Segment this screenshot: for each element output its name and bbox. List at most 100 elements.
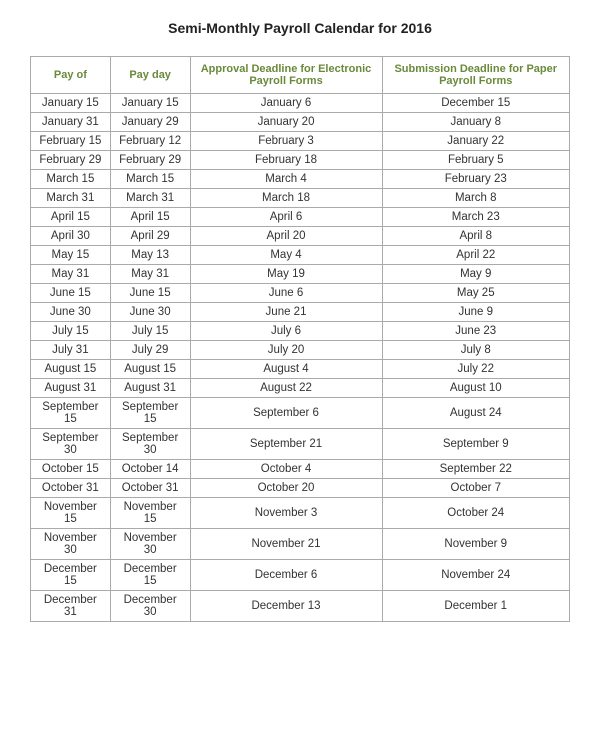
table-cell: October 14	[110, 460, 190, 479]
table-cell: April 22	[382, 246, 570, 265]
table-cell: March 18	[190, 189, 382, 208]
table-cell: February 5	[382, 151, 570, 170]
table-cell: July 15	[110, 322, 190, 341]
table-cell: September 22	[382, 460, 570, 479]
table-cell: June 15	[31, 284, 111, 303]
table-cell: September 9	[382, 429, 570, 460]
table-row: February 29February 29February 18Februar…	[31, 151, 570, 170]
table-row: August 15August 15August 4July 22	[31, 360, 570, 379]
table-cell: January 29	[110, 113, 190, 132]
table-row: October 31October 31October 20October 7	[31, 479, 570, 498]
payroll-table: Pay of Pay day Approval Deadline for Ele…	[30, 56, 570, 622]
table-cell: September 15	[110, 398, 190, 429]
table-cell: January 6	[190, 94, 382, 113]
table-row: June 30June 30June 21June 9	[31, 303, 570, 322]
col-header-approval-deadline: Approval Deadline for Electronic Payroll…	[190, 57, 382, 94]
table-cell: June 30	[110, 303, 190, 322]
table-cell: October 15	[31, 460, 111, 479]
table-cell: July 22	[382, 360, 570, 379]
table-row: March 15March 15March 4February 23	[31, 170, 570, 189]
table-cell: August 24	[382, 398, 570, 429]
table-cell: November 3	[190, 498, 382, 529]
col-header-submission-deadline: Submission Deadline for Paper Payroll Fo…	[382, 57, 570, 94]
table-cell: May 13	[110, 246, 190, 265]
table-cell: September 15	[31, 398, 111, 429]
table-cell: March 31	[110, 189, 190, 208]
table-cell: February 18	[190, 151, 382, 170]
table-row: November 30November 30November 21Novembe…	[31, 529, 570, 560]
table-cell: May 9	[382, 265, 570, 284]
table-row: February 15February 12February 3January …	[31, 132, 570, 151]
table-cell: October 4	[190, 460, 382, 479]
table-cell: June 6	[190, 284, 382, 303]
table-cell: September 21	[190, 429, 382, 460]
table-cell: April 8	[382, 227, 570, 246]
page-title: Semi-Monthly Payroll Calendar for 2016	[30, 20, 570, 36]
table-cell: March 8	[382, 189, 570, 208]
table-row: April 15April 15April 6March 23	[31, 208, 570, 227]
table-cell: May 25	[382, 284, 570, 303]
table-cell: November 15	[31, 498, 111, 529]
table-cell: November 30	[31, 529, 111, 560]
table-cell: January 22	[382, 132, 570, 151]
table-cell: January 20	[190, 113, 382, 132]
table-row: May 15May 13May 4April 22	[31, 246, 570, 265]
table-cell: February 15	[31, 132, 111, 151]
table-cell: November 21	[190, 529, 382, 560]
table-cell: October 31	[31, 479, 111, 498]
table-cell: April 15	[110, 208, 190, 227]
table-row: July 31July 29July 20July 8	[31, 341, 570, 360]
table-cell: January 15	[31, 94, 111, 113]
table-cell: July 8	[382, 341, 570, 360]
table-cell: March 15	[31, 170, 111, 189]
table-cell: October 24	[382, 498, 570, 529]
table-cell: March 4	[190, 170, 382, 189]
table-cell: October 31	[110, 479, 190, 498]
table-cell: November 9	[382, 529, 570, 560]
table-cell: March 15	[110, 170, 190, 189]
table-cell: June 23	[382, 322, 570, 341]
table-cell: August 31	[31, 379, 111, 398]
table-cell: July 29	[110, 341, 190, 360]
col-header-pay-day: Pay day	[110, 57, 190, 94]
table-cell: June 21	[190, 303, 382, 322]
table-row: April 30April 29April 20April 8	[31, 227, 570, 246]
table-cell: December 15	[110, 560, 190, 591]
table-cell: July 6	[190, 322, 382, 341]
table-cell: June 30	[31, 303, 111, 322]
table-cell: August 4	[190, 360, 382, 379]
table-cell: December 31	[31, 591, 111, 622]
table-cell: December 1	[382, 591, 570, 622]
table-row: August 31August 31August 22August 10	[31, 379, 570, 398]
table-cell: February 29	[110, 151, 190, 170]
table-cell: April 20	[190, 227, 382, 246]
table-row: May 31May 31May 19May 9	[31, 265, 570, 284]
table-row: June 15June 15June 6May 25	[31, 284, 570, 303]
table-cell: May 4	[190, 246, 382, 265]
table-cell: June 9	[382, 303, 570, 322]
table-cell: April 29	[110, 227, 190, 246]
table-cell: February 12	[110, 132, 190, 151]
table-cell: January 8	[382, 113, 570, 132]
table-cell: December 13	[190, 591, 382, 622]
table-cell: February 23	[382, 170, 570, 189]
table-cell: November 24	[382, 560, 570, 591]
table-cell: May 19	[190, 265, 382, 284]
table-row: July 15July 15July 6June 23	[31, 322, 570, 341]
table-cell: October 20	[190, 479, 382, 498]
table-row: December 15December 15December 6November…	[31, 560, 570, 591]
table-cell: December 30	[110, 591, 190, 622]
table-cell: September 30	[31, 429, 111, 460]
table-cell: March 31	[31, 189, 111, 208]
table-row: September 15September 15September 6Augus…	[31, 398, 570, 429]
table-cell: April 30	[31, 227, 111, 246]
table-cell: December 15	[31, 560, 111, 591]
table-cell: February 29	[31, 151, 111, 170]
col-header-pay-of: Pay of	[31, 57, 111, 94]
table-cell: July 31	[31, 341, 111, 360]
table-row: October 15October 14October 4September 2…	[31, 460, 570, 479]
table-cell: December 15	[382, 94, 570, 113]
table-row: September 30September 30September 21Sept…	[31, 429, 570, 460]
table-row: November 15November 15November 3October …	[31, 498, 570, 529]
table-cell: April 15	[31, 208, 111, 227]
